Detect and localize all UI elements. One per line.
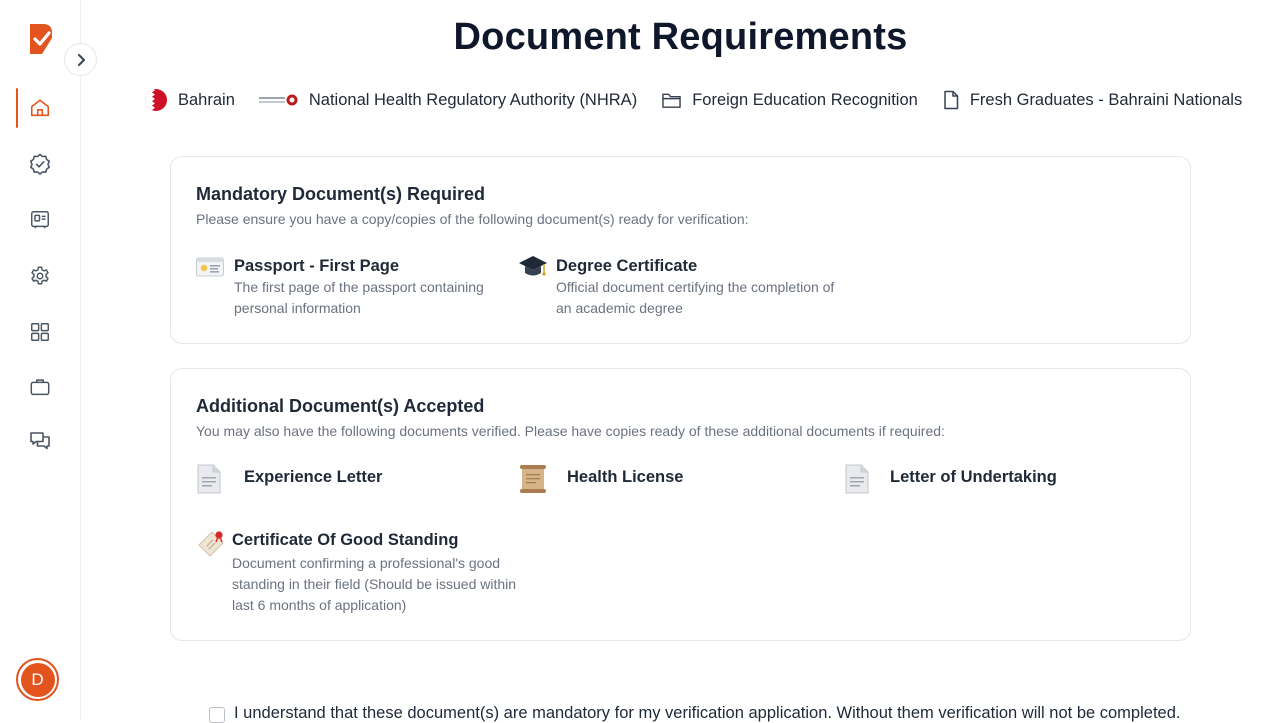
sidebar-expand-button[interactable]	[64, 43, 97, 76]
doc-description: The first page of the passport containin…	[234, 279, 484, 316]
doc-name: Passport - First Page	[234, 257, 400, 275]
page-title: Document Requirements	[453, 16, 908, 58]
doc-name: Letter of Undertaking	[890, 468, 1057, 486]
sidebar: D	[0, 0, 81, 720]
user-avatar[interactable]: D	[16, 658, 59, 701]
breadcrumb-country[interactable]: Bahrain	[144, 88, 235, 112]
mandatory-title: Mandatory Document(s) Required	[196, 184, 486, 204]
nav-documents[interactable]	[0, 200, 80, 240]
file-icon	[942, 90, 960, 110]
breadcrumb-service-label: Foreign Education Recognition	[692, 90, 918, 109]
scroll-icon	[518, 464, 548, 499]
breadcrumb-category[interactable]: Fresh Graduates - Bahraini Nationals	[942, 90, 1242, 110]
consent-row[interactable]: I understand that these document(s) are …	[209, 704, 1180, 723]
mandatory-documents-card: Mandatory Document(s) Required Please en…	[170, 156, 1191, 344]
nav-verifications[interactable]	[0, 144, 80, 184]
avatar-initial: D	[20, 662, 55, 697]
mandatory-subtitle: Please ensure you have a copy/copies of …	[196, 211, 749, 227]
breadcrumb-authority[interactable]: National Health Regulatory Authority (NH…	[258, 90, 638, 110]
doc-letter-of-undertaking: Letter of Undertaking	[844, 464, 1144, 494]
id-card-icon	[31, 211, 49, 229]
app-logo[interactable]	[28, 22, 54, 56]
doc-name: Health License	[567, 468, 684, 486]
nav-settings[interactable]	[0, 256, 80, 296]
consent-text: I understand that these document(s) are …	[234, 704, 1181, 722]
breadcrumb: Bahrain National Health Regulatory Autho…	[144, 88, 1266, 112]
folder-icon	[661, 91, 682, 110]
nav-home[interactable]	[0, 88, 80, 128]
breadcrumb-country-label: Bahrain	[178, 90, 235, 109]
stamped-certificate-icon	[196, 529, 226, 564]
breadcrumb-authority-label: National Health Regulatory Authority (NH…	[308, 90, 638, 109]
doc-certificate-of-good-standing: Certificate Of Good Standing Document co…	[196, 529, 526, 619]
additional-documents-card: Additional Document(s) Accepted You may …	[170, 368, 1191, 641]
nhra-logo-icon	[258, 93, 299, 107]
briefcase-icon	[30, 379, 50, 396]
doc-health-license: Health License	[518, 464, 818, 494]
additional-title: Additional Document(s) Accepted	[196, 396, 485, 416]
chat-icon	[30, 432, 50, 450]
nav-jobs[interactable]	[0, 367, 80, 407]
bahrain-flag-icon	[144, 88, 168, 112]
nav-messages[interactable]	[0, 421, 80, 461]
consent-checkbox[interactable]	[209, 707, 225, 723]
doc-name: Experience Letter	[244, 468, 383, 486]
passport-icon	[196, 257, 224, 282]
breadcrumb-category-label: Fresh Graduates - Bahraini Nationals	[969, 90, 1243, 109]
document-icon	[844, 464, 870, 499]
doc-passport: Passport - First Page The first page of …	[196, 257, 496, 327]
doc-name: Degree Certificate	[556, 257, 698, 275]
verified-badge-icon	[30, 153, 50, 175]
doc-description: Official document certifying the complet…	[556, 279, 835, 316]
chevron-right-icon	[77, 53, 85, 66]
doc-description: Document confirming a professional's goo…	[232, 555, 517, 613]
breadcrumb-service[interactable]: Foreign Education Recognition	[661, 91, 918, 110]
additional-subtitle: You may also have the following document…	[196, 423, 945, 439]
nav-apps[interactable]	[0, 312, 80, 352]
gear-icon	[31, 266, 49, 285]
grid-icon	[31, 323, 49, 341]
doc-name: Certificate Of Good Standing	[232, 531, 459, 549]
home-icon	[30, 99, 50, 117]
document-icon	[196, 464, 222, 499]
doc-degree-certificate: Degree Certificate Official document cer…	[518, 253, 848, 327]
graduation-cap-icon	[518, 253, 548, 286]
doc-experience-letter: Experience Letter	[196, 464, 496, 494]
